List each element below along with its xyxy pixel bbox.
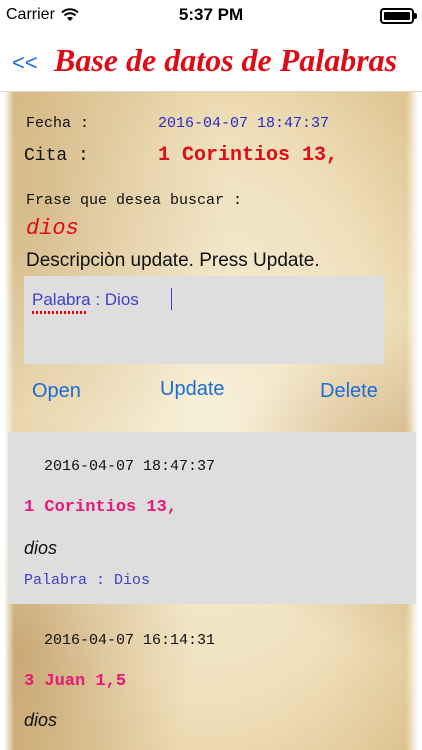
battery-icon: [380, 8, 417, 24]
fecha-label: Fecha :: [26, 115, 90, 132]
entry-description: Palabra : Dios: [24, 572, 151, 589]
fecha-value: 2016-04-07 18:47:37: [158, 115, 330, 132]
page-title: Base de datos de Palabras: [54, 42, 398, 78]
entry-cita: 1 Corintios 13,: [24, 498, 178, 517]
entry-cita: 3 Juan 1,5: [24, 672, 127, 691]
frase-label: Frase que desea buscar :: [26, 192, 243, 209]
update-button[interactable]: Update: [160, 378, 225, 401]
battery-fill: [384, 12, 410, 20]
spellcheck-underline: [32, 311, 88, 314]
entry-phrase: dios: [24, 710, 58, 730]
entry-date: 2016-04-07 18:47:37: [44, 458, 216, 475]
frase-value: dios: [26, 216, 79, 241]
list-item[interactable]: 2016-04-07 18:47:37 1 Corintios 13, dios…: [8, 432, 416, 604]
cita-value: 1 Corintios 13,: [158, 144, 339, 167]
entry-phrase: dios: [24, 538, 58, 558]
entry-date: 2016-04-07 16:14:31: [44, 632, 216, 649]
textarea-content: Palabra : Dios: [32, 290, 139, 309]
delete-button[interactable]: Delete: [320, 380, 378, 403]
navigation-bar: << Base de datos de Palabras: [0, 30, 422, 92]
status-bar: Carrier 5:37 PM: [0, 0, 422, 30]
back-button[interactable]: <<: [12, 50, 38, 76]
description-label: Descripciòn update. Press Update.: [26, 250, 320, 271]
description-textarea[interactable]: Palabra : Dios: [24, 276, 384, 364]
open-button[interactable]: Open: [32, 380, 81, 403]
cita-label: Cita :: [24, 146, 89, 166]
status-time: 5:37 PM: [178, 5, 244, 24]
text-caret: [171, 288, 172, 310]
list-item[interactable]: 2016-04-07 16:14:31 3 Juan 1,5 dios: [8, 604, 416, 750]
